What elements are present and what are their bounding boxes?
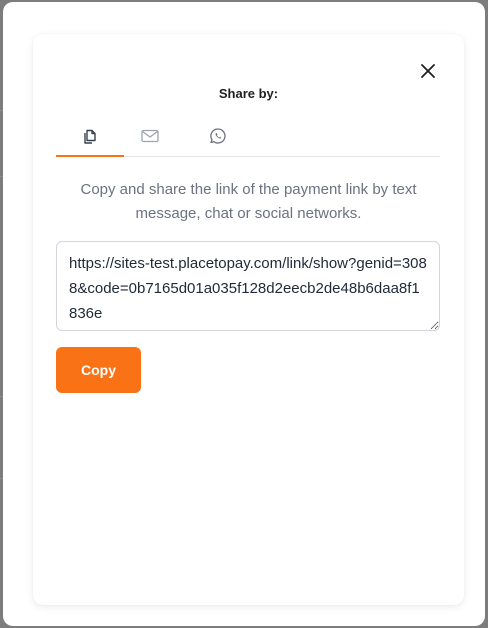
share-tabs — [56, 122, 440, 157]
close-button[interactable] — [417, 60, 439, 82]
whatsapp-icon — [210, 128, 226, 144]
copy-button[interactable]: Copy — [56, 347, 141, 393]
payment-link-field[interactable]: https://sites-test.placetopay.com/link/s… — [56, 241, 440, 331]
share-instructions: Copy and share the link of the payment l… — [80, 181, 417, 222]
modal-dialog: Share by: Copy and share the link of the… — [3, 2, 485, 626]
copy-documents-icon — [84, 129, 96, 144]
share-title: Share by: — [218, 86, 279, 101]
tab-email[interactable] — [116, 122, 184, 157]
mail-icon — [141, 129, 159, 143]
close-icon — [421, 64, 435, 78]
tab-whatsapp[interactable] — [184, 122, 252, 157]
tab-copy-link[interactable] — [56, 122, 124, 157]
share-panel: Share by: Copy and share the link of the… — [33, 34, 464, 605]
